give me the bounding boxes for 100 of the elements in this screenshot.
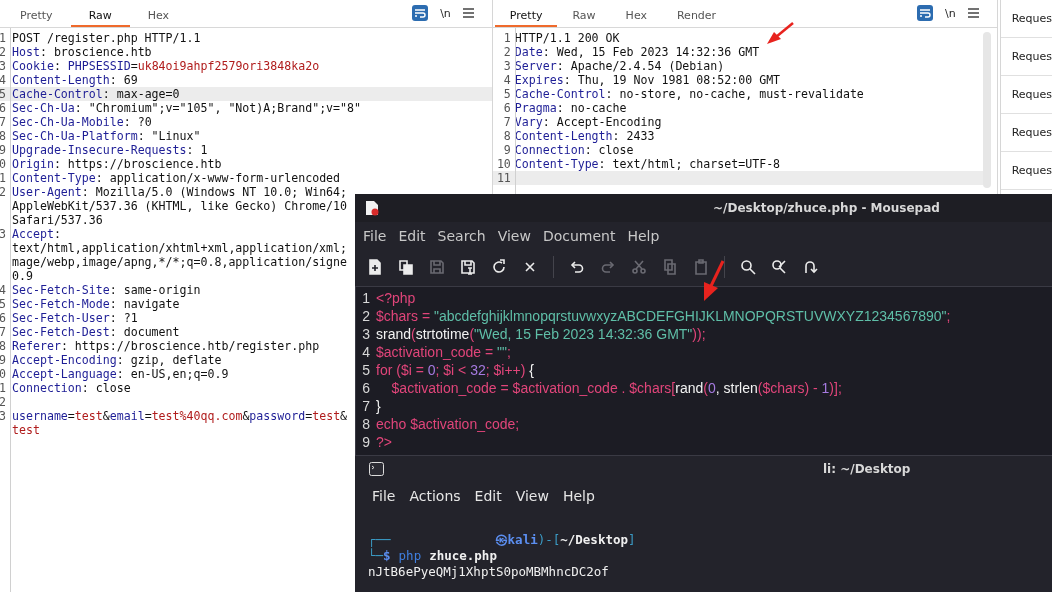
code-line: Safari/537.36 (12, 213, 103, 227)
code-line: Accept: (12, 227, 61, 241)
wrap-icon[interactable] (916, 5, 933, 21)
code-line: Origin: https://broscience.htb (12, 157, 222, 171)
code-line: 0.9 (12, 269, 33, 283)
line-number: 3 (361, 325, 371, 343)
line-number: 9 (502, 143, 512, 157)
request-list-item[interactable]: Reques (1000, 114, 1052, 152)
replace-icon[interactable] (771, 259, 787, 275)
code-line: } (376, 397, 381, 415)
menu-icon[interactable] (462, 8, 474, 18)
window-title: ~/Desktop/zhuce.php - Mousepad (713, 201, 940, 215)
request-list-item[interactable]: Reques (1000, 0, 1052, 38)
line-number: 1 (0, 31, 7, 45)
code-line: Content-Length: 69 (12, 73, 138, 87)
undo-icon[interactable] (569, 259, 585, 275)
code-line: Content-Type: text/html; charset=UTF-8 (514, 157, 781, 171)
code-line: Connection: close (12, 381, 131, 395)
menu-item[interactable]: Document (536, 228, 622, 244)
code-line: Connection: close (514, 143, 634, 157)
tab[interactable]: Raw (557, 9, 611, 27)
line-number: 3 (0, 227, 7, 241)
line-number: 8 (361, 415, 371, 433)
terminal-icon (369, 462, 384, 476)
menu-item[interactable]: Edit (467, 488, 509, 504)
line-number: 9 (361, 433, 371, 451)
newline-toggle[interactable]: \n (440, 6, 451, 20)
code-line: HTTP/1.1 200 OK (514, 31, 620, 45)
code-line: Sec-Fetch-Mode: navigate (12, 297, 180, 311)
code-line: POST /register.php HTTP/1.1 (12, 31, 201, 45)
code-line: Sec-Ch-Ua-Mobile: ?0 (12, 115, 152, 129)
code-line: Cache-Control: max-age=0 (12, 87, 180, 101)
line-number: 4 (0, 73, 7, 87)
code-line: AppleWebKit/537.36 (KHTML, like Gecko) Chrome/10 (12, 199, 348, 213)
save-as-icon[interactable] (460, 259, 476, 275)
new-icon[interactable] (367, 259, 383, 275)
line-number: 6 (0, 101, 7, 115)
request-list-item[interactable]: Reques (1000, 76, 1052, 114)
find-icon[interactable] (740, 259, 756, 275)
line-number: 5 (361, 361, 371, 379)
terminal-text: ] (628, 532, 636, 548)
menu-item[interactable]: File (357, 228, 393, 244)
tab[interactable]: Render (661, 9, 732, 27)
tab[interactable]: Pretty (2, 9, 71, 27)
code-line: text/html,application/xhtml+xml,application/xml; (12, 241, 348, 255)
terminal-text: nJtB6ePyeQMj1XhptS0poMBMhncDC2of (368, 564, 609, 580)
line-number: 5 (0, 297, 7, 311)
request-list-item[interactable]: Reques (1000, 152, 1052, 190)
menu-item[interactable]: Search (431, 228, 492, 244)
annotation-arrow (701, 260, 725, 302)
terminal-text: )-[ (537, 532, 561, 548)
code-line: srand(strtotime("Wed, 15 Feb 2023 14:32:36 GMT")); (376, 325, 706, 343)
line-number: 1 (361, 289, 371, 307)
code-line: Cookie: PHPSESSID=uk84oi9ahpf2579ori3848ka2o (12, 59, 320, 73)
line-number: 5 (502, 87, 512, 101)
reload-icon[interactable] (491, 259, 507, 275)
line-number: 8 (0, 129, 7, 143)
code-line: Accept-Encoding: gzip, deflate (12, 353, 222, 367)
code-line: Host: broscience.htb (12, 45, 152, 59)
code-line: for ($i = 0; $i < 32; $i++) { (376, 361, 535, 379)
line-number: 11 (495, 171, 512, 185)
line-number: 2 (0, 185, 7, 199)
window-title: li: ~/Desktop (823, 462, 911, 476)
line-number: 2 (502, 45, 512, 59)
line-number: 4 (502, 73, 512, 87)
menu-item[interactable]: Help (621, 228, 666, 244)
tab[interactable]: Hex (129, 9, 188, 27)
line-number: 7 (361, 397, 371, 415)
menu-item[interactable]: View (491, 228, 537, 244)
new-window-icon[interactable] (398, 259, 414, 275)
tab[interactable]: Pretty (494, 9, 558, 27)
tab[interactable]: Raw (70, 9, 130, 27)
menu-icon[interactable] (967, 8, 979, 18)
request-list-item[interactable]: Reques (1000, 38, 1052, 76)
code-line: test (12, 423, 40, 437)
terminal-text: ~/Desktop (560, 532, 628, 548)
menu-item[interactable]: View (508, 488, 556, 504)
line-number: 1 (502, 31, 512, 45)
line-number: 6 (361, 379, 371, 397)
terminal-text: └─ (368, 548, 384, 564)
line-number: 3 (0, 409, 7, 423)
line-number: 2 (361, 307, 371, 325)
terminal-text: ┌── (368, 532, 391, 548)
menu-item[interactable]: Actions (402, 488, 468, 504)
menu-item[interactable]: File (365, 488, 403, 504)
scrollbar[interactable] (982, 32, 991, 188)
goto-icon[interactable] (802, 259, 818, 275)
line-number: 2 (0, 395, 7, 409)
line-number: 0 (0, 157, 7, 171)
menu-item[interactable]: Help (555, 488, 602, 504)
line-number: 7 (0, 325, 7, 339)
tab[interactable]: Hex (610, 9, 662, 27)
code-line: $chars = "abcdefghijklmnopqrstuvwxyzABCDEFGHIJKLMNOPQRSTUVWXYZ1234567890"; (376, 307, 951, 325)
line-number: 1 (0, 381, 7, 395)
wrap-icon[interactable] (412, 5, 429, 21)
newline-toggle[interactable]: \n (944, 6, 956, 20)
code-line: $activation_code = $activation_code . $chars[rand(0, strlen($chars) - 1)]; (390, 379, 842, 397)
code-line: User-Agent: Mozilla/5.0 (Windows NT 10.0; Win64; (12, 185, 348, 199)
menu-item[interactable]: Edit (392, 228, 432, 244)
code-line: Date: Wed, 15 Feb 2023 14:32:36 GMT (514, 45, 760, 59)
